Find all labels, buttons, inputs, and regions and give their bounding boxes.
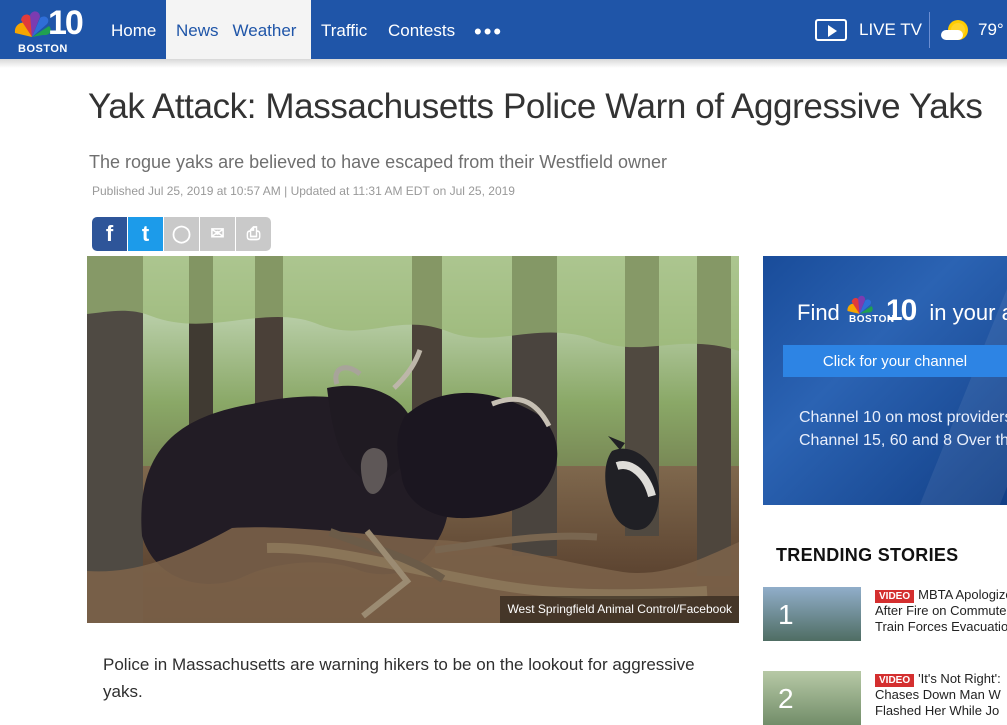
promo-provider-line: Channel 10 on most providers bbox=[799, 409, 1007, 426]
trending-line: MBTA Apologizes bbox=[918, 587, 1007, 602]
site-header: 10 BOSTON Home News Weather Traffic Conte… bbox=[0, 0, 1007, 59]
article-body: Police in Massachusetts are warning hike… bbox=[103, 655, 695, 701]
header-divider bbox=[929, 12, 930, 48]
trending-rank: 1 bbox=[778, 599, 794, 630]
share-bar: f t ◯ ✉ ⎙ bbox=[92, 217, 271, 251]
trending-line: Chases Down Man W bbox=[875, 687, 1001, 702]
weather-widget[interactable]: 79° bbox=[941, 18, 1004, 42]
nav-news[interactable]: News bbox=[176, 21, 219, 40]
channel-finder-promo: Find 10 in your area BOSTON Click for yo… bbox=[763, 256, 1007, 505]
nav-news-weather[interactable]: News Weather bbox=[166, 0, 311, 59]
trending-title: TRENDING STORIES bbox=[776, 545, 959, 565]
print-button[interactable]: ⎙ bbox=[236, 217, 271, 251]
email-button[interactable]: ✉ bbox=[200, 217, 235, 251]
promo-air-line: Channel 15, 60 and 8 Over the air bbox=[799, 432, 1007, 449]
trending-text: VIDEOMBTA Apologizes After Fire on Commu… bbox=[875, 587, 1007, 635]
play-icon bbox=[815, 19, 847, 41]
nav-contests[interactable]: Contests bbox=[378, 0, 465, 59]
comment-button[interactable]: ◯ bbox=[164, 217, 199, 251]
trending-thumbnail: 2 bbox=[763, 671, 861, 725]
peacock-icon bbox=[14, 11, 51, 37]
article-title: Yak Attack: Massachusetts Police Warn of… bbox=[88, 87, 983, 126]
promo-logo-city: BOSTON bbox=[849, 314, 895, 325]
trending-item[interactable]: 2 VIDEO 'It's Not Right': Chases Down Man… bbox=[763, 671, 1007, 725]
partly-sunny-icon bbox=[941, 18, 971, 42]
more-menu-icon[interactable]: ••• bbox=[474, 21, 503, 43]
trending-line: Train Forces Evacuation bbox=[875, 619, 1007, 634]
video-tag: VIDEO bbox=[875, 590, 915, 603]
temperature: 79° bbox=[978, 20, 1004, 39]
publish-date: Published Jul 25, 2019 at 10:57 AM | Upd… bbox=[92, 184, 515, 198]
find-channel-button[interactable]: Click for your channel bbox=[783, 345, 1007, 377]
trending-line: After Fire on Commuter bbox=[875, 603, 1007, 618]
live-tv-button[interactable]: LIVE TV bbox=[815, 17, 922, 43]
trending-thumbnail: 1 bbox=[763, 587, 861, 641]
article-subtitle: The rogue yaks are believed to have esca… bbox=[89, 152, 667, 172]
image-credit: West Springfield Animal Control/Facebook bbox=[500, 596, 739, 623]
promo-find-word: Find bbox=[797, 300, 840, 325]
nbc-boston-logo[interactable]: 10 BOSTON bbox=[12, 4, 88, 56]
nav-weather[interactable]: Weather bbox=[233, 21, 297, 40]
promo-suffix: in your area bbox=[929, 300, 1007, 325]
trending-rank: 2 bbox=[778, 683, 794, 714]
nav-traffic[interactable]: Traffic bbox=[311, 0, 377, 59]
video-tag: VIDEO bbox=[875, 674, 915, 687]
logo-number: 10 bbox=[48, 4, 84, 42]
nav-home[interactable]: Home bbox=[101, 0, 166, 59]
promo-heading: Find 10 in your area bbox=[797, 294, 1007, 328]
header-shadow bbox=[0, 59, 1007, 68]
promo-peacock-icon bbox=[847, 295, 873, 314]
yaks-forest-photo bbox=[87, 256, 739, 623]
trending-text: VIDEO 'It's Not Right': Chases Down Man W… bbox=[875, 671, 1007, 719]
trending-line: 'It's Not Right': bbox=[918, 671, 1001, 686]
facebook-share-button[interactable]: f bbox=[92, 217, 127, 251]
logo-city: BOSTON bbox=[18, 43, 68, 55]
trending-item[interactable]: 1 VIDEOMBTA Apologizes After Fire on Com… bbox=[763, 587, 1007, 641]
live-tv-label: LIVE TV bbox=[859, 20, 922, 39]
article-photo: West Springfield Animal Control/Facebook bbox=[87, 256, 739, 623]
twitter-share-button[interactable]: t bbox=[128, 217, 163, 251]
